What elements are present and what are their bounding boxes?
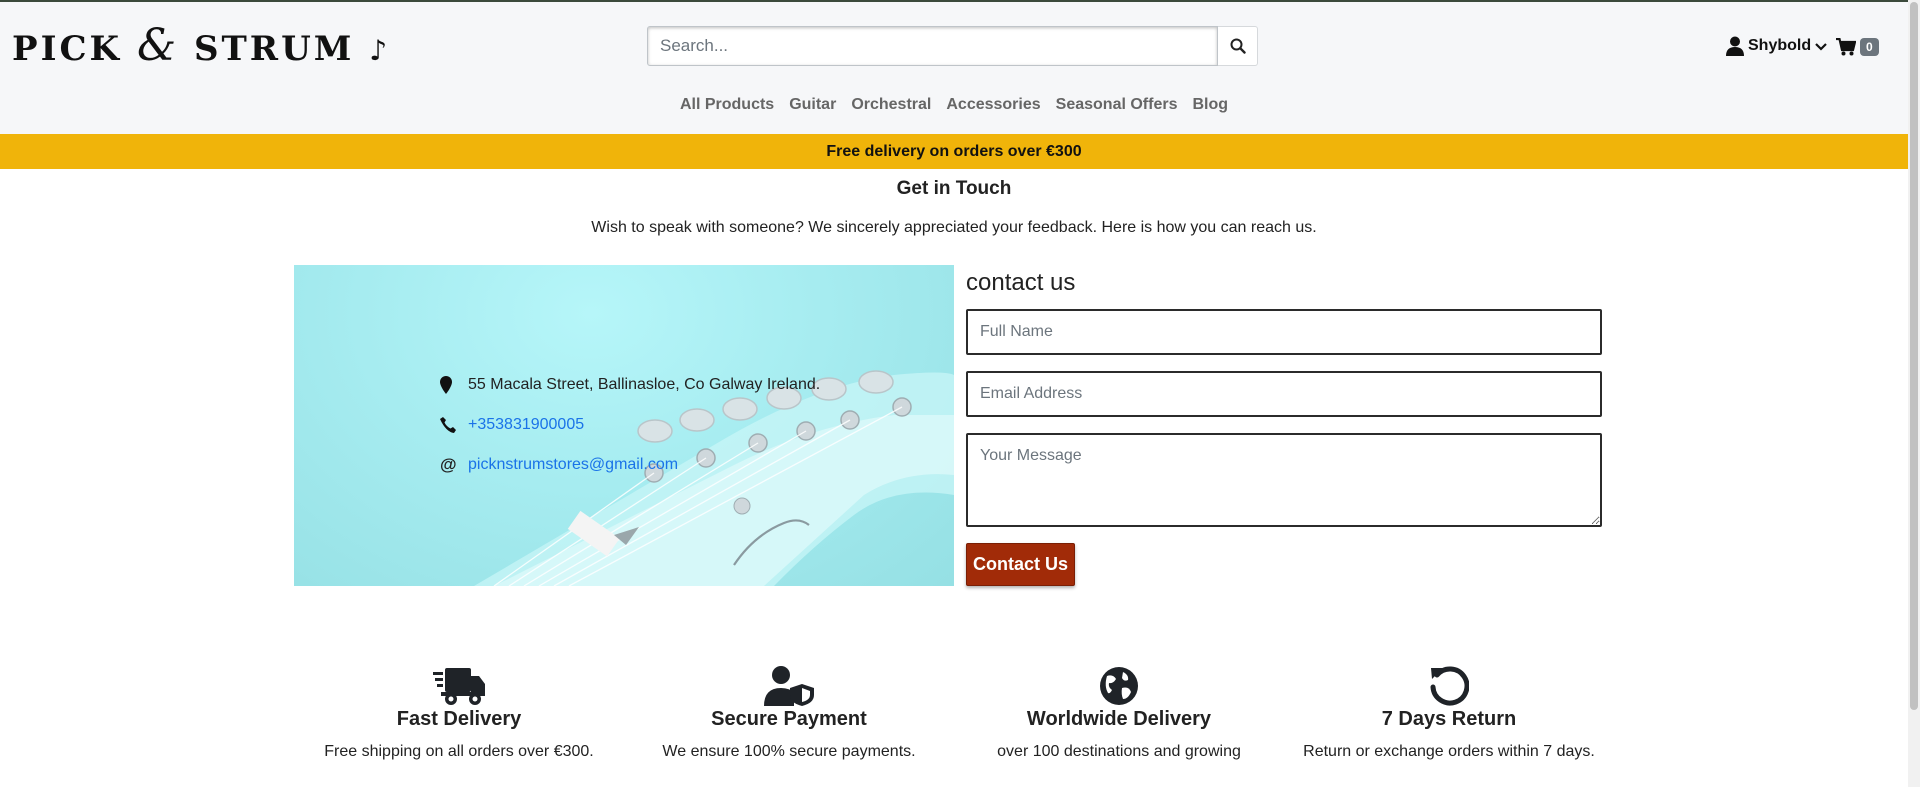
- nav-all-products[interactable]: All Products: [680, 96, 774, 114]
- cart-icon: [1836, 38, 1856, 56]
- feature-title: Worldwide Delivery: [1026, 708, 1212, 730]
- email-row: @ picknstrumstores@gmail.com: [440, 445, 820, 485]
- form-heading: contact us: [966, 269, 1076, 296]
- nav-guitar[interactable]: Guitar: [789, 96, 836, 114]
- email-link[interactable]: picknstrumstores@gmail.com: [468, 456, 678, 474]
- address-text: 55 Macala Street, Ballinasloe, Co Galway…: [468, 376, 821, 393]
- account-name: Shybold: [1748, 37, 1812, 54]
- feature-title: 7 Days Return: [1381, 708, 1517, 730]
- return-icon: [1430, 666, 1469, 706]
- feature-text: over 100 destinations and growing: [997, 743, 1241, 760]
- contact-info: 55 Macala Street, Ballinasloe, Co Galway…: [440, 365, 820, 485]
- message-field[interactable]: [966, 433, 1602, 527]
- feature-text: Return or exchange orders within 7 days.: [1303, 743, 1595, 760]
- scrollbar-thumb[interactable]: [1910, 2, 1918, 710]
- feature-title: Fast Delivery: [396, 708, 522, 730]
- features-row: Fast Delivery Free shipping on all order…: [294, 664, 1614, 761]
- main-nav: All Products Guitar Orchestral Accessori…: [0, 96, 1908, 114]
- chevron-down-icon: [1815, 43, 1827, 51]
- map-marker-icon: [440, 376, 452, 394]
- globe-icon: [1100, 667, 1138, 705]
- cart-count-badge: 0: [1860, 38, 1879, 56]
- page-title: Get in Touch: [896, 178, 1012, 199]
- feature-worldwide-delivery: Worldwide Delivery over 100 destinations…: [954, 664, 1284, 761]
- page-subtitle: Wish to speak with someone? We sincerely…: [591, 219, 1317, 236]
- logo-text-2: STRUM: [193, 29, 355, 69]
- search-input[interactable]: [647, 26, 1218, 66]
- site-logo[interactable]: PICK & STRUM ♪: [12, 20, 390, 71]
- full-name-field[interactable]: [966, 309, 1602, 355]
- user-icon: [1726, 36, 1744, 56]
- page-scrollbar[interactable]: [1908, 0, 1920, 787]
- feature-title: Secure Payment: [711, 708, 867, 730]
- nav-orchestral[interactable]: Orchestral: [851, 96, 931, 114]
- nav-blog[interactable]: Blog: [1192, 96, 1228, 114]
- address-row: 55 Macala Street, Ballinasloe, Co Galway…: [440, 365, 820, 405]
- contact-us-button[interactable]: Contact Us: [966, 543, 1075, 586]
- nav-accessories[interactable]: Accessories: [946, 96, 1040, 114]
- user-shield-icon: [764, 666, 814, 706]
- logo-ampersand: &: [136, 20, 180, 71]
- promo-text: Free delivery on orders over €300: [826, 142, 1082, 160]
- feature-7-days-return: 7 Days Return Return or exchange orders …: [1284, 664, 1614, 761]
- feature-fast-delivery: Fast Delivery Free shipping on all order…: [294, 664, 624, 761]
- at-icon: @: [440, 455, 457, 474]
- search-icon: [1230, 38, 1246, 54]
- contact-form: contact us Contact Us: [966, 265, 1602, 586]
- truck-icon: [433, 668, 485, 705]
- phone-row: +353831900005: [440, 405, 820, 445]
- site-header: PICK & STRUM ♪ Shybold 0: [0, 0, 1908, 134]
- feature-secure-payment: Secure Payment We ensure 100% secure pay…: [624, 664, 954, 761]
- phone-link[interactable]: +353831900005: [468, 416, 584, 434]
- logo-text-1: PICK: [12, 29, 123, 69]
- nav-seasonal-offers[interactable]: Seasonal Offers: [1056, 96, 1178, 114]
- contact-image-panel: 55 Macala Street, Ballinasloe, Co Galway…: [294, 265, 954, 586]
- account-menu[interactable]: Shybold: [1726, 36, 1827, 56]
- cart-button[interactable]: 0: [1836, 38, 1879, 56]
- email-field[interactable]: [966, 371, 1602, 417]
- feature-text: Free shipping on all orders over €300.: [324, 743, 594, 760]
- search-button[interactable]: [1218, 26, 1258, 66]
- guitar-logo-icon: ♪: [369, 34, 391, 67]
- promo-banner: Free delivery on orders over €300: [0, 134, 1908, 169]
- search-bar: [647, 26, 1258, 66]
- feature-text: We ensure 100% secure payments.: [662, 743, 916, 760]
- phone-icon: [440, 417, 456, 433]
